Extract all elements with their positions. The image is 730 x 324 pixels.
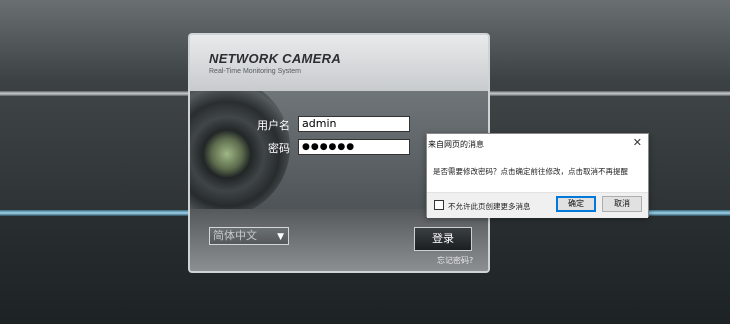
cancel-button[interactable]: 取消	[602, 196, 642, 212]
language-select-value: 简体中文	[213, 229, 257, 242]
language-select[interactable]: 简体中文 ▼	[209, 227, 289, 245]
login-button[interactable]: 登录	[414, 227, 472, 251]
brand-title: NETWORK CAMERA	[209, 51, 342, 66]
dialog-footer: 不允许此页创建更多消息 确定 取消	[427, 192, 648, 218]
login-panel-footer: 简体中文 ▼ 登录 忘记密码?	[190, 209, 488, 271]
suppress-messages-checkbox[interactable]	[434, 200, 444, 210]
forgot-password-link[interactable]: 忘记密码?	[437, 255, 473, 266]
username-input[interactable]: admin	[298, 116, 410, 132]
brand-subtitle: Real-Time Monitoring System	[209, 68, 301, 75]
password-input[interactable]: ●●●●●●	[298, 139, 410, 155]
close-icon[interactable]: ✕	[633, 136, 642, 149]
username-label: 用户名	[257, 119, 290, 132]
dialog-title: 来自网页的消息	[428, 140, 484, 149]
password-label: 密码	[268, 142, 290, 155]
ok-button[interactable]: 确定	[556, 196, 596, 212]
dropdown-arrow-icon: ▼	[277, 232, 284, 242]
login-panel-header: NETWORK CAMERA Real-Time Monitoring Syst…	[190, 35, 488, 91]
suppress-messages-label: 不允许此页创建更多消息	[448, 202, 531, 211]
dialog-message: 是否需要修改密码？点击确定前往修改，点击取消不再提醒	[433, 167, 628, 176]
message-dialog: 来自网页的消息 ✕ 是否需要修改密码？点击确定前往修改，点击取消不再提醒 不允许…	[426, 133, 649, 218]
